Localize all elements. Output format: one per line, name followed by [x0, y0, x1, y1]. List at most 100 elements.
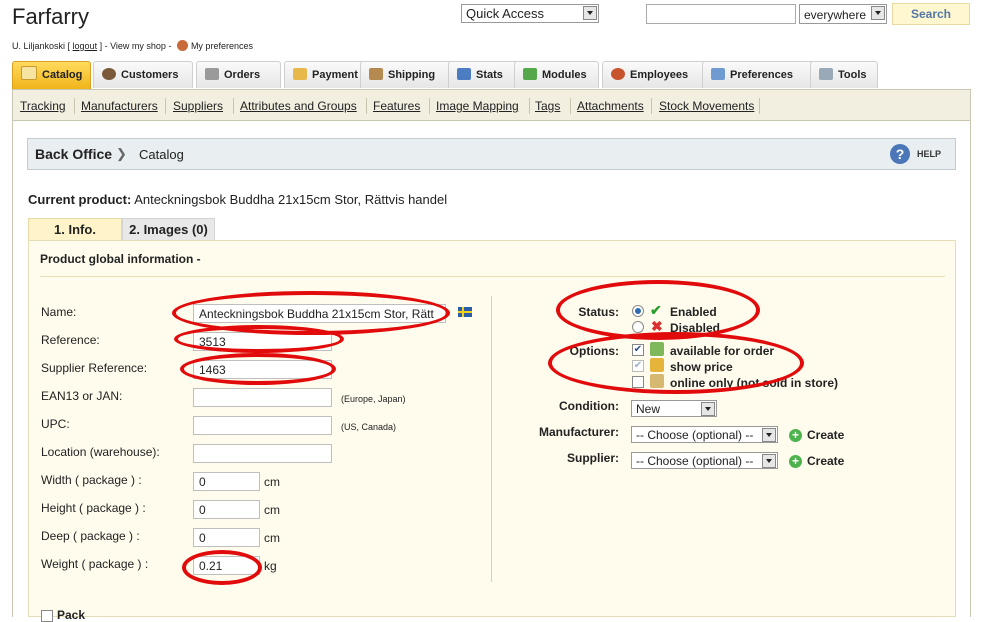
upc-hint: (US, Canada) — [341, 422, 397, 432]
deep-unit: cm — [264, 531, 280, 545]
status-disabled-radio[interactable] — [632, 321, 644, 333]
logout-link[interactable]: logout — [73, 41, 98, 51]
truck-icon — [369, 68, 383, 80]
subnav-features[interactable]: Features — [373, 99, 420, 113]
online-icon — [650, 374, 664, 388]
reference-input[interactable]: 3513 — [193, 332, 332, 351]
chevron-down-icon — [762, 428, 776, 442]
status-enabled-radio[interactable] — [632, 305, 644, 317]
cross-icon: ✖ — [651, 318, 663, 334]
cart-icon — [650, 342, 664, 356]
tab-shipping[interactable]: Shipping — [360, 61, 453, 88]
supplier-reference-label: Supplier Reference: — [41, 361, 148, 375]
location-input[interactable] — [193, 444, 332, 463]
tab-stats[interactable]: Stats — [448, 61, 523, 88]
pack-label: Pack — [57, 608, 86, 622]
name-input[interactable]: Anteckningsbok Buddha 21x15cm Stor, Rätt — [193, 304, 446, 323]
online-only-checkbox[interactable] — [632, 376, 644, 388]
divider — [40, 276, 945, 277]
upc-label: UPC: — [41, 417, 70, 431]
condition-select[interactable]: New — [631, 400, 717, 417]
upc-input[interactable] — [193, 416, 332, 435]
manufacturer-label: Manufacturer: — [538, 425, 619, 439]
tab-tools[interactable]: Tools — [810, 61, 878, 88]
create-manufacturer-link[interactable]: Create — [807, 428, 844, 442]
subnav-suppliers[interactable]: Suppliers — [173, 99, 223, 113]
user-name: U. Liljankoski — [12, 41, 66, 51]
catalog-subnav: Tracking Manufacturers Suppliers Attribu… — [12, 89, 971, 121]
tab-product-images[interactable]: 2. Images (0) — [122, 218, 215, 240]
current-product: Current product: Anteckningsbok Buddha 2… — [28, 192, 447, 207]
weight-input[interactable]: 0.21 — [193, 556, 260, 575]
add-icon[interactable]: + — [789, 429, 802, 442]
breadcrumb-current: Catalog — [139, 147, 184, 162]
subnav-tracking[interactable]: Tracking — [20, 99, 66, 113]
search-button[interactable]: Search — [892, 3, 970, 25]
height-label: Height ( package ) : — [41, 501, 146, 515]
width-label: Width ( package ) : — [41, 473, 142, 487]
breadcrumb-home[interactable]: Back Office — [35, 146, 112, 162]
supplier-label: Supplier: — [566, 451, 619, 465]
tab-preferences[interactable]: Preferences — [702, 61, 814, 88]
search-scope-value: everywhere — [804, 8, 867, 22]
tab-product-info[interactable]: 1. Info. — [28, 218, 122, 240]
preferences-link[interactable]: My preferences — [191, 41, 253, 51]
preferences-user-icon — [176, 40, 188, 51]
tab-orders[interactable]: Orders — [196, 61, 281, 88]
search-scope-select[interactable]: everywhere — [799, 4, 887, 24]
column-divider — [491, 296, 492, 582]
current-product-label: Current product: — [28, 192, 132, 207]
tab-payment[interactable]: Payment — [284, 61, 369, 88]
tab-catalog[interactable]: Catalog — [12, 61, 91, 89]
show-price-checkbox[interactable]: ✔ — [632, 360, 644, 372]
deep-input[interactable]: 0 — [193, 528, 260, 547]
location-label: Location (warehouse): — [41, 445, 160, 459]
supplier-value: -- Choose (optional) -- — [636, 454, 754, 468]
folder-icon — [21, 66, 37, 80]
available-for-order-checkbox[interactable]: ✔ — [632, 344, 644, 356]
width-unit: cm — [264, 475, 280, 489]
ean-input[interactable] — [193, 388, 332, 407]
quick-access-select[interactable]: Quick Access — [461, 4, 599, 23]
check-icon: ✔ — [650, 302, 662, 318]
show-price-label: show price — [670, 360, 733, 374]
help-icon[interactable]: ? — [890, 144, 910, 164]
width-input[interactable]: 0 — [193, 472, 260, 491]
view-shop-link[interactable]: View my shop — [110, 41, 166, 51]
tab-modules[interactable]: Modules — [514, 61, 599, 88]
section-title: Product global information - — [40, 252, 201, 266]
status-label: Status: — [578, 305, 619, 319]
chevron-down-icon — [762, 454, 776, 468]
height-unit: cm — [264, 503, 280, 517]
subnav-stock-movements[interactable]: Stock Movements — [659, 99, 754, 113]
chevron-down-icon — [701, 402, 715, 416]
subnav-manufacturers[interactable]: Manufacturers — [81, 99, 158, 113]
tab-employees[interactable]: Employees — [602, 61, 710, 88]
tab-customers[interactable]: Customers — [93, 61, 193, 88]
height-input[interactable]: 0 — [193, 500, 260, 519]
preferences-icon — [711, 68, 725, 80]
supplier-reference-input[interactable]: 1463 — [193, 360, 332, 379]
manufacturer-select[interactable]: -- Choose (optional) -- — [631, 426, 778, 443]
supplier-select[interactable]: -- Choose (optional) -- — [631, 452, 778, 469]
swedish-flag-icon[interactable] — [458, 307, 472, 317]
chevron-down-icon — [871, 6, 885, 20]
manufacturer-value: -- Choose (optional) -- — [636, 428, 754, 442]
add-icon[interactable]: + — [789, 455, 802, 468]
search-input[interactable] — [646, 4, 796, 24]
customers-icon — [102, 68, 116, 80]
subnav-image-mapping[interactable]: Image Mapping — [436, 99, 519, 113]
coins-icon — [650, 358, 664, 372]
pack-checkbox[interactable] — [41, 610, 53, 622]
weight-unit: kg — [264, 559, 277, 573]
status-disabled-label: Disabled — [670, 321, 721, 335]
deep-label: Deep ( package ) : — [41, 529, 140, 543]
subnav-attachments[interactable]: Attachments — [577, 99, 644, 113]
help-link[interactable]: HELP — [917, 149, 941, 159]
quick-access-value: Quick Access — [466, 6, 545, 21]
current-product-name: Anteckningsbok Buddha 21x15cm Stor, Rätt… — [134, 192, 448, 207]
subnav-tags[interactable]: Tags — [535, 99, 560, 113]
ean-label: EAN13 or JAN: — [41, 389, 123, 403]
create-supplier-link[interactable]: Create — [807, 454, 844, 468]
subnav-attributes-groups[interactable]: Attributes and Groups — [240, 99, 357, 113]
